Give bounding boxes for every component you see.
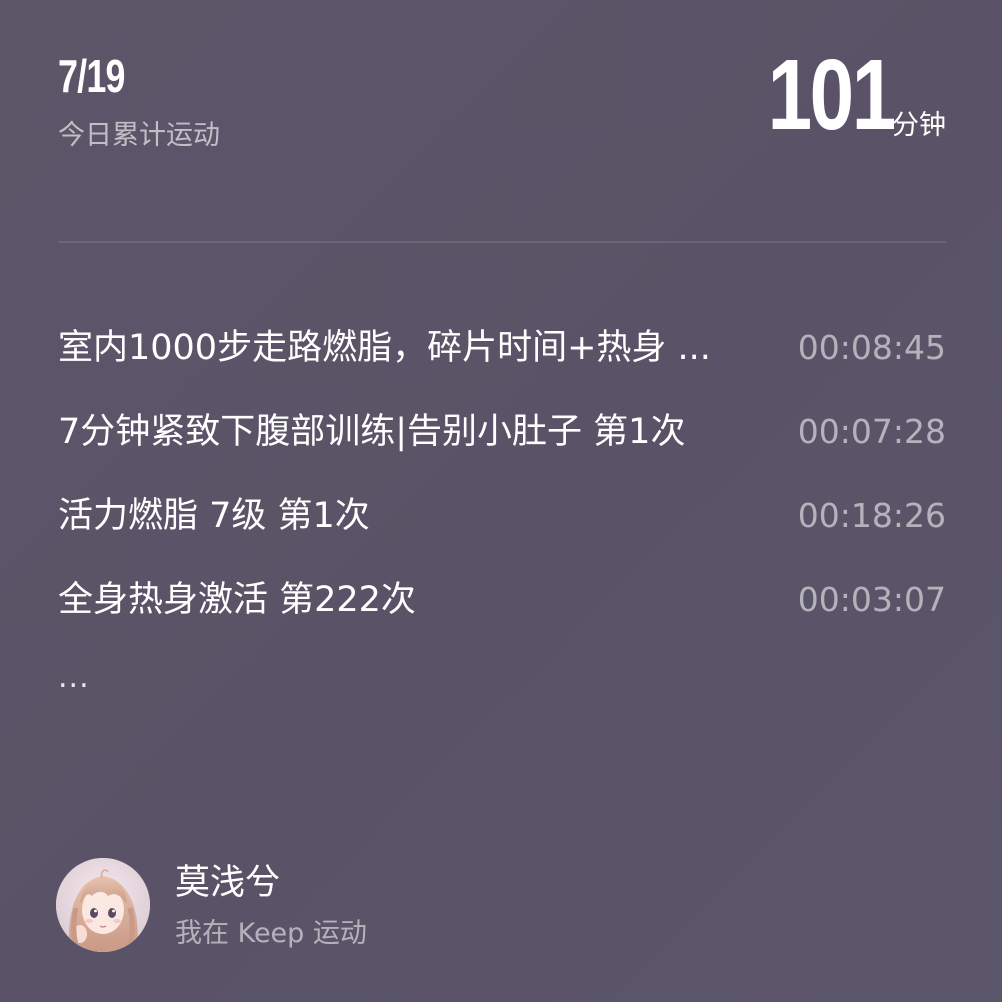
workout-record-name: 室内1000步走路燃脂，碎片时间+热身 ...: [58, 328, 711, 368]
username: 莫浅兮: [175, 863, 281, 903]
workout-record[interactable]: 全身热身激活 第222次 00:03:07: [58, 558, 946, 642]
workout-record-list: 室内1000步走路燃脂，碎片时间+热身 ... 00:08:45 7分钟紧致下腹…: [58, 306, 946, 642]
keep-activity-note: 我在 Keep 运动: [175, 918, 367, 949]
total-duration: 101 分钟: [736, 39, 946, 151]
workout-record-duration: 00:18:26: [797, 496, 946, 535]
workout-record-duration: 00:07:28: [797, 412, 946, 451]
workout-record-name: 7分钟紧致下腹部训练|告别小肚子 第1次: [58, 412, 686, 452]
total-minutes-unit: 分钟: [892, 110, 946, 141]
workout-record[interactable]: 7分钟紧致下腹部训练|告别小肚子 第1次 00:07:28: [58, 390, 946, 474]
workout-record-duration: 00:03:07: [797, 580, 946, 619]
share-card: 7/19 今日累计运动 101 分钟 室内1000步走路燃脂，碎片时间+热身 .…: [0, 0, 1002, 1002]
daily-total-caption: 今日累计运动: [58, 120, 220, 151]
workout-record-name: 全身热身激活 第222次: [58, 580, 416, 620]
anime-girl-avatar-icon: [56, 858, 150, 952]
workout-record-duration: 00:08:45: [797, 328, 946, 367]
avatar[interactable]: [56, 858, 150, 952]
workout-record-name: 活力燃脂 7级 第1次: [58, 496, 370, 536]
header-divider: [58, 241, 946, 243]
workout-record[interactable]: 室内1000步走路燃脂，碎片时间+热身 ... 00:08:45: [58, 306, 946, 390]
more-records-ellipsis[interactable]: ...: [58, 660, 90, 696]
workout-record[interactable]: 活力燃脂 7级 第1次 00:18:26: [58, 474, 946, 558]
total-minutes-value: 101: [767, 39, 897, 151]
date-label: 7/19: [58, 50, 125, 102]
